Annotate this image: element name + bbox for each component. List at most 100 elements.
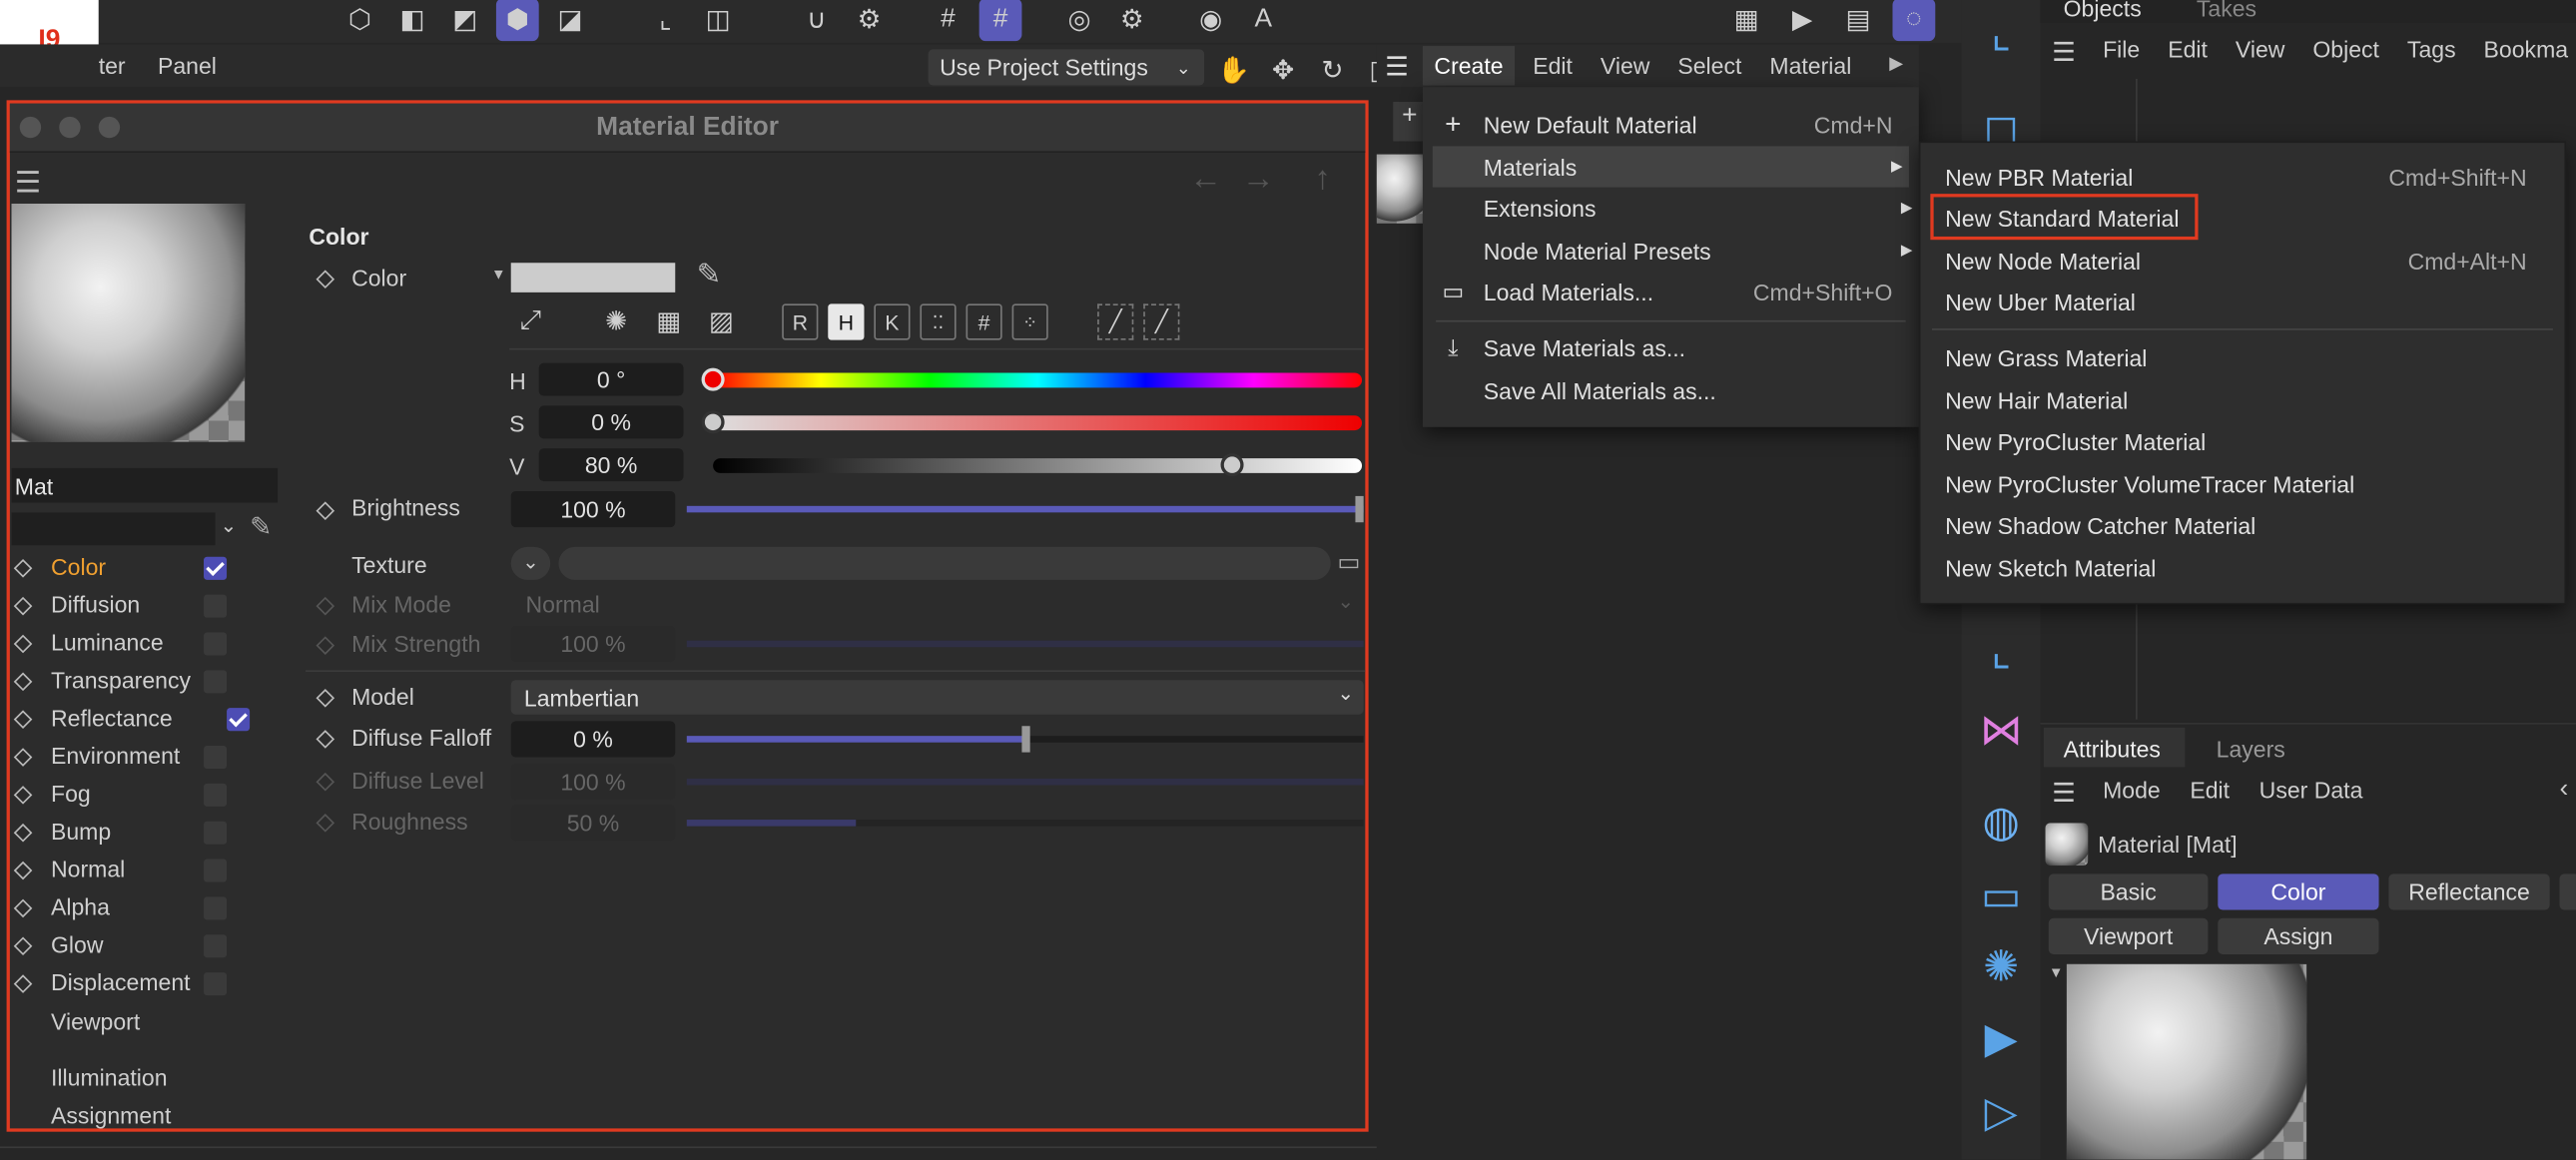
mixing-icon[interactable]: ⁚⁚ [920,303,957,340]
attr-button-color[interactable]: Color [2218,873,2379,910]
v-value-field[interactable]: 80 % [538,448,684,482]
menu-select[interactable]: Select [1677,53,1741,79]
saturation-slider[interactable] [713,415,1363,431]
menu-create[interactable]: Create [1434,53,1503,79]
layout-icon[interactable]: ◌ [1892,0,1936,42]
objects-menu-file[interactable]: File [2103,36,2140,62]
generator-icon[interactable]: ◩ [443,0,486,41]
channel-enable-checkbox[interactable] [204,632,228,656]
coordinate-system-icon[interactable]: ⌞ [1971,3,2030,62]
magnet-icon[interactable]: ∪ [795,0,838,41]
channel-keyframe-diamond[interactable] [13,936,33,956]
snap-settings-icon[interactable]: ⚙ [848,0,891,41]
menubar-overflow-arrow-icon[interactable]: ▶ [1889,53,1903,74]
rotate-view-icon[interactable]: ↻ [1311,49,1354,92]
attr-button-reflectance[interactable]: Reflectance [2388,873,2550,910]
texture-options-button[interactable]: ⌄ [510,546,551,580]
model-keyframe-diamond[interactable] [316,688,335,708]
attributes-menu-mode[interactable]: Mode [2103,777,2161,803]
menu-item-node-material-presets[interactable]: Node Material Presets ▶ [1423,230,1919,271]
channel-keyframe-diamond[interactable] [13,672,33,692]
menu-item-load-materials[interactable]: ▭ Load Materials... Cmd+Shift+O [1423,271,1919,311]
color-wheel-icon[interactable]: ✺ [595,300,638,343]
h-value-field[interactable]: 0 ° [538,362,684,396]
workplane-grid-icon[interactable]: # [927,0,969,41]
channel-enable-checkbox[interactable] [204,934,228,958]
text-tool-icon[interactable]: A [1242,0,1285,41]
cube-primitive-icon[interactable]: ⬡ [338,0,381,41]
render-queue-icon[interactable]: ▤ [1837,0,1880,41]
deformer-icon[interactable]: ⬢ [495,0,539,42]
attributes-hamburger-icon[interactable]: ☰ [2052,777,2076,810]
hue-slider-knob[interactable] [701,367,725,391]
attr-button-viewport[interactable]: Viewport [2048,917,2209,954]
channel-enable-checkbox[interactable] [204,896,228,920]
attr-button-overflow[interactable] [2559,873,2576,910]
menu-item-save-materials-as[interactable]: ⤓ Save Materials as... [1423,326,1919,367]
axis-icon[interactable]: ⌞ [644,0,687,41]
channel-environment[interactable]: Environment [51,743,180,769]
mode-kelvin-button[interactable]: K [874,303,911,340]
spline-icon[interactable]: ◧ [391,0,434,41]
mode-rgb-button[interactable]: R [782,303,819,340]
menu-filter[interactable]: ter [99,53,126,79]
objects-menu-bookmarks[interactable]: Bookma [2484,36,2569,62]
folder-icon[interactable]: ▭ [1337,547,1360,577]
clapper-icon[interactable]: ▦ [1725,0,1768,41]
color-swatch[interactable] [510,263,676,292]
menu-view[interactable]: View [1601,53,1650,79]
texture-field[interactable] [558,546,1331,580]
channel-reflectance[interactable]: Reflectance [51,705,173,731]
color-profile-1-icon[interactable]: ╱ [1097,303,1134,340]
render-region-icon[interactable]: ◎ [1058,0,1101,41]
submenu-item-new-grass-material[interactable]: New Grass Material [1919,338,2566,377]
attributes-menu-user-data[interactable]: User Data [2259,777,2363,803]
color-keyframe-diamond[interactable] [316,270,335,290]
submenu-item-new-pyrocluster-volumetracer-material[interactable]: New PyroCluster VolumeTracer Material [1919,465,2566,504]
diffuse-falloff-slider-handle[interactable] [1021,726,1030,753]
material-preview-sphere[interactable] [11,204,246,442]
channel-keyframe-diamond[interactable] [13,861,33,880]
channel-transparency[interactable]: Transparency [51,667,191,693]
grid-snap-icon[interactable]: ◫ [697,0,740,41]
s-value-field[interactable]: 0 % [538,405,684,439]
submenu-item-new-pbr-material[interactable]: New PBR Material Cmd+Shift+N [1919,158,2566,197]
up-arrow-icon[interactable]: ↑ [1314,161,1330,199]
eye-icon[interactable]: ◉ [1189,0,1232,41]
attributes-back-arrow-icon[interactable]: ‹ [2560,776,2569,806]
channel-keyframe-diamond[interactable] [13,786,33,805]
channel-keyframe-diamond[interactable] [13,634,33,654]
channel-keyframe-diamond[interactable] [13,559,33,578]
objects-menu-object[interactable]: Object [2312,36,2379,62]
axis-cube-icon[interactable]: ⌞ [1971,621,2030,680]
channel-color[interactable]: Color [51,553,106,579]
objects-menu-view[interactable]: View [2236,36,2285,62]
channel-alpha[interactable]: Alpha [51,893,110,919]
material-manager-hamburger-icon[interactable]: ☰ [1385,51,1409,84]
render-clapper-icon[interactable]: ▶ [1971,1008,2030,1067]
brightness-keyframe-diamond[interactable] [316,501,335,521]
collapse-triangle-icon[interactable]: ▼ [2049,964,2064,980]
add-material-button[interactable]: + [1393,102,1427,142]
submenu-item-new-shadow-catcher-material[interactable]: New Shadow Catcher Material [1919,506,2566,545]
channel-keyframe-diamond[interactable] [13,823,33,843]
channel-assignment[interactable]: Assignment [51,1102,171,1128]
tab-attributes[interactable]: Attributes [2064,736,2161,762]
forward-arrow-icon[interactable]: → [1242,161,1275,199]
channel-enable-checkbox[interactable] [204,972,228,996]
menu-item-new-default-material[interactable]: + New Default Material Cmd+N [1423,104,1919,145]
channel-normal[interactable]: Normal [51,856,125,881]
attr-button-assign[interactable]: Assign [2218,917,2379,954]
channel-enable-checkbox[interactable] [204,783,228,807]
channel-keyframe-diamond[interactable] [13,710,33,729]
channel-enable-checkbox[interactable] [204,594,228,618]
objects-menu-edit[interactable]: Edit [2168,36,2208,62]
submenu-item-new-sketch-material[interactable]: New Sketch Material [1919,549,2566,588]
submenu-item-new-pyrocluster-material[interactable]: New PyroCluster Material [1919,422,2566,461]
expand-arrows-icon[interactable]: ⤢ [509,300,552,343]
tab-objects[interactable]: Objects [2064,0,2142,21]
menu-edit[interactable]: Edit [1533,53,1573,79]
submenu-item-new-standard-material[interactable]: New Standard Material [1919,194,2566,241]
workplane-lock-icon[interactable]: # [978,0,1022,42]
value-slider-knob[interactable] [1220,453,1244,477]
